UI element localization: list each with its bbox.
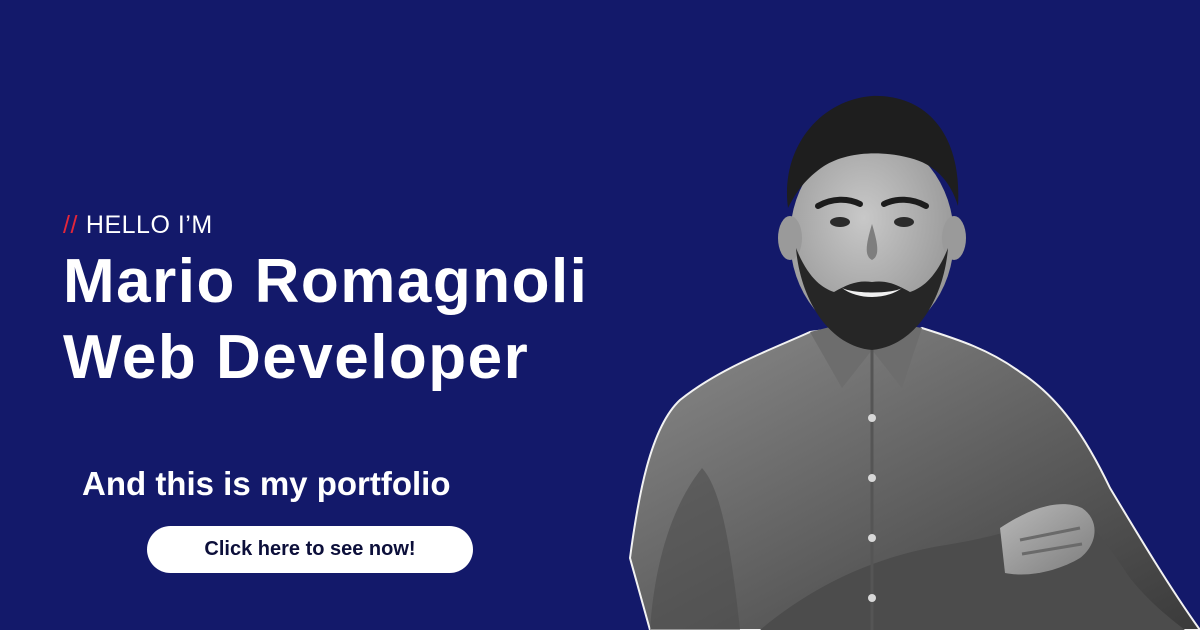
portfolio-banner: //HELLO I’M Mario Romagnoli Web Develope…: [0, 0, 1200, 630]
hero-tagline: And this is my portfolio: [82, 465, 451, 502]
hero-role: Web Developer: [63, 323, 530, 392]
accent-slashes: //: [63, 211, 78, 239]
greeting-text: HELLO I’M: [85, 211, 213, 239]
hero-greeting: //HELLO I’M: [63, 210, 213, 240]
person-photo-icon: [610, 88, 1200, 630]
see-portfolio-button[interactable]: Click here to see now!: [147, 526, 473, 573]
hero-name: Mario Romagnoli: [63, 247, 589, 316]
